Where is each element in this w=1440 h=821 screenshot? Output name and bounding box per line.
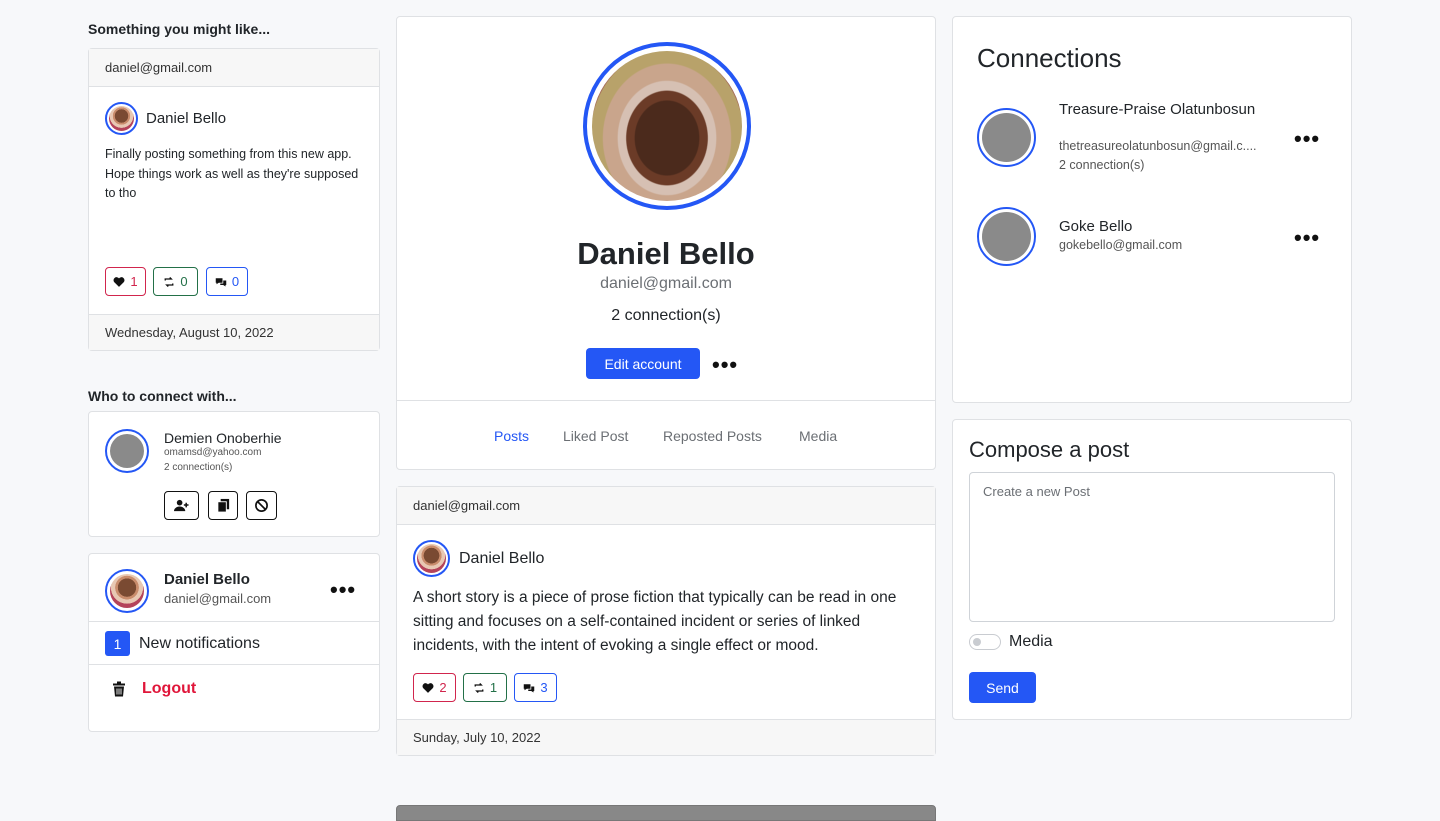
account-avatar[interactable] [105, 569, 149, 613]
block-icon [255, 499, 268, 512]
post-header-email: daniel@gmail.com [397, 487, 935, 525]
author-avatar[interactable] [105, 102, 138, 135]
suggested-user-connections: 2 connection(s) [164, 462, 233, 473]
tab-media[interactable]: Media [799, 428, 837, 444]
repost-button[interactable]: 0 [153, 267, 198, 296]
notification-count-badge: 1 [105, 631, 130, 656]
send-button[interactable]: Send [969, 672, 1036, 703]
account-email: daniel@gmail.com [164, 591, 272, 606]
heart-icon [113, 276, 125, 287]
copy-icon [216, 498, 229, 513]
post-body: A short story is a piece of prose fictio… [413, 589, 897, 654]
profile-email: daniel@gmail.com [600, 275, 732, 292]
post-date: Wednesday, August 10, 2022 [89, 314, 379, 350]
person-plus-icon [174, 499, 189, 512]
like-button[interactable]: 1 [105, 267, 146, 296]
post-body: Finally posting something from this new … [105, 147, 359, 200]
post-date: Sunday, July 10, 2022 [397, 719, 935, 755]
connection-email: gokebello@gmail.com [1059, 238, 1183, 252]
comment-button[interactable]: 0 [206, 267, 248, 296]
comment-count: 0 [231, 274, 240, 289]
account-more-icon[interactable]: ••• [330, 579, 356, 601]
connection-avatar[interactable] [977, 108, 1036, 167]
like-count: 2 [439, 680, 447, 695]
comment-count: 3 [540, 680, 548, 695]
profile-name: Daniel Bello [577, 236, 755, 271]
suggested-post-card[interactable]: daniel@gmail.com Daniel Bello Finally po… [88, 48, 380, 351]
connect-section-title: Who to connect with... [88, 388, 237, 404]
profile-card: Daniel Bello daniel@gmail.com 2 connecti… [396, 16, 936, 470]
like-button[interactable]: 2 [413, 673, 456, 702]
suggested-user-email: omamsd@yahoo.com [164, 447, 262, 458]
profile-more-icon[interactable]: ••• [712, 354, 738, 376]
suggest-section-title: Something you might like... [88, 21, 271, 37]
trash-icon [113, 681, 125, 697]
logout-button[interactable]: Logout [111, 679, 196, 698]
author-avatar[interactable] [413, 540, 450, 577]
comments-icon [524, 683, 535, 692]
suggested-user-avatar[interactable] [105, 429, 149, 473]
notifications-link[interactable]: 1 New notifications [105, 631, 260, 656]
account-card: Daniel Bello daniel@gmail.com ••• 1 New … [88, 553, 380, 732]
compose-card: Compose a post Create a new Post Media S… [952, 419, 1352, 720]
account-name: Daniel Bello [164, 571, 250, 588]
add-connection-button[interactable] [164, 491, 199, 520]
profile-avatar[interactable] [583, 42, 751, 210]
connection-name[interactable]: Goke Bello [1059, 218, 1132, 235]
post-author-name[interactable]: Daniel Bello [146, 110, 226, 127]
like-count: 1 [130, 274, 138, 289]
profile-tabs: Posts Liked Post Reposted Posts Media [397, 400, 935, 470]
copy-button[interactable] [208, 491, 238, 520]
connection-email: thetreasureolatunbosun@gmail.c.... [1059, 139, 1257, 153]
connection-name[interactable]: Treasure-Praise Olatunbosun [1059, 100, 1259, 119]
next-post-card-edge [396, 805, 936, 821]
notification-label: New notifications [139, 634, 260, 652]
tab-liked-post[interactable]: Liked Post [563, 428, 628, 444]
compose-textarea[interactable]: Create a new Post [969, 472, 1335, 622]
tab-reposted-posts[interactable]: Reposted Posts [663, 428, 762, 444]
comments-icon [215, 277, 227, 286]
suggested-user-name[interactable]: Demien Onoberhie [164, 430, 282, 446]
repost-count: 0 [180, 274, 188, 289]
repost-icon [164, 276, 174, 287]
repost-count: 1 [489, 680, 498, 695]
repost-button[interactable]: 1 [463, 673, 507, 702]
suggested-user-card: Demien Onoberhie omamsd@yahoo.com 2 conn… [88, 411, 380, 537]
comment-button[interactable]: 3 [514, 673, 557, 702]
media-toggle-label: Media [1009, 633, 1053, 650]
heart-icon [422, 682, 434, 693]
post-author-name[interactable]: Daniel Bello [459, 550, 544, 568]
post-header-email: daniel@gmail.com [89, 49, 379, 87]
edit-account-button[interactable]: Edit account [586, 348, 700, 379]
tab-posts[interactable]: Posts [494, 428, 529, 444]
connection-more-icon[interactable]: ••• [1294, 227, 1320, 249]
compose-title: Compose a post [969, 437, 1130, 462]
connection-avatar[interactable] [977, 207, 1036, 266]
connection-more-icon[interactable]: ••• [1294, 128, 1320, 150]
block-button[interactable] [246, 491, 277, 520]
connections-card: Connections Treasure-Praise Olatunbosun … [952, 16, 1352, 403]
profile-connections[interactable]: 2 connection(s) [397, 307, 935, 325]
logout-label: Logout [142, 679, 197, 697]
repost-icon [474, 682, 484, 693]
connections-title: Connections [977, 43, 1122, 73]
media-toggle[interactable] [969, 634, 1001, 650]
connection-count: 2 connection(s) [1059, 158, 1145, 172]
feed-post-card[interactable]: daniel@gmail.com Daniel Bello A short st… [396, 486, 936, 756]
